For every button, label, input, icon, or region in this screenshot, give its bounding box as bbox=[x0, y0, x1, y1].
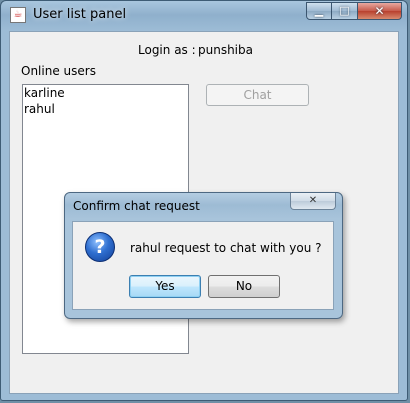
question-icon: ? bbox=[85, 232, 115, 262]
minimize-button[interactable]: ▁ bbox=[306, 2, 332, 20]
dialog-title: Confirm chat request bbox=[73, 199, 200, 213]
java-icon[interactable]: ☕ bbox=[10, 7, 26, 23]
chat-button[interactable]: Chat bbox=[206, 84, 309, 106]
login-user: punshiba bbox=[198, 43, 253, 57]
list-item[interactable]: rahul bbox=[23, 101, 188, 117]
maximize-button[interactable]: □ bbox=[332, 2, 358, 20]
online-users-label: Online users bbox=[21, 64, 96, 78]
close-button[interactable]: ✕ bbox=[358, 2, 402, 20]
dialog-message: rahul request to chat with you ? bbox=[130, 241, 322, 255]
dialog-close-button[interactable]: ✕ bbox=[290, 193, 336, 210]
yes-button[interactable]: Yes bbox=[129, 275, 201, 298]
window-controls: ▁ □ ✕ bbox=[306, 2, 402, 20]
title-bar[interactable]: ☕ User list panel ▁ □ ✕ bbox=[1, 1, 407, 31]
login-label: Login as : bbox=[138, 43, 196, 57]
list-item[interactable]: karline bbox=[23, 85, 188, 101]
confirm-dialog: Confirm chat request ✕ ? rahul request t… bbox=[64, 192, 343, 319]
dialog-content: ? rahul request to chat with you ? Yes N… bbox=[72, 221, 334, 310]
window-title: User list panel bbox=[33, 7, 127, 22]
no-button[interactable]: No bbox=[208, 275, 280, 298]
